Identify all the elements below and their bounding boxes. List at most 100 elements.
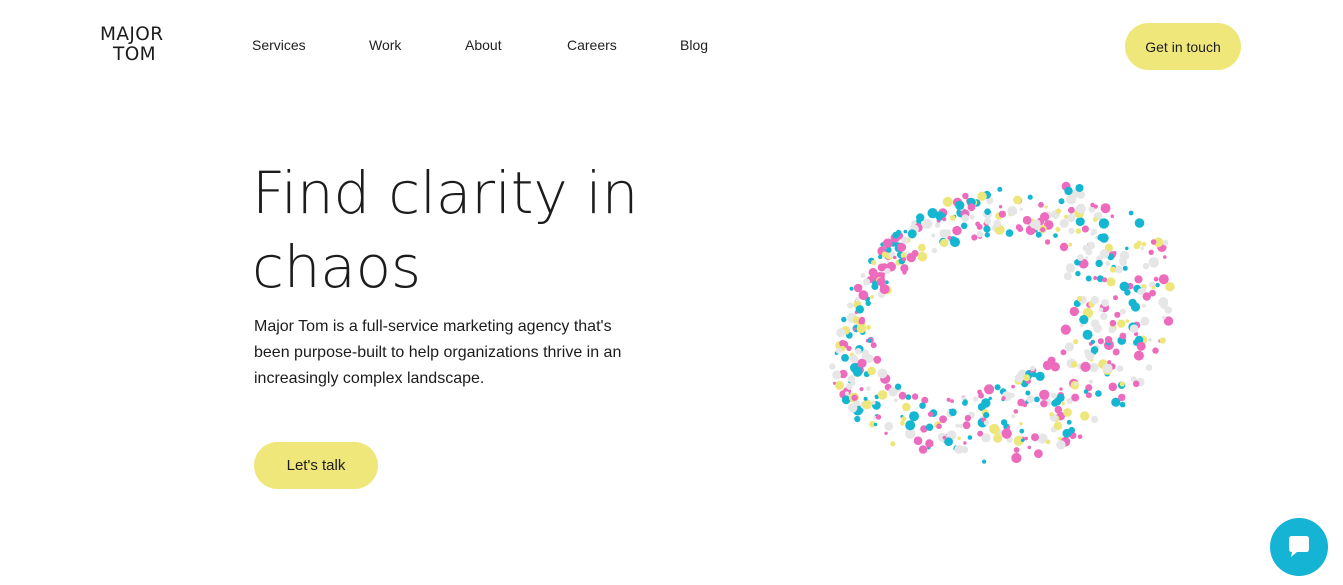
particle-dot bbox=[1056, 393, 1065, 402]
particle-dot bbox=[884, 421, 894, 431]
particle-dot bbox=[855, 296, 860, 302]
particle-dot bbox=[1151, 285, 1156, 290]
particle-dot bbox=[1026, 395, 1035, 403]
particle-dot bbox=[849, 286, 854, 291]
particle-dot bbox=[1158, 274, 1169, 285]
particle-dot bbox=[871, 400, 876, 405]
nav-item-about[interactable]: About bbox=[465, 37, 502, 53]
particle-dot bbox=[967, 435, 973, 440]
particle-dot bbox=[1019, 428, 1025, 434]
particle-dot bbox=[870, 295, 874, 299]
particle-dot bbox=[1000, 419, 1008, 426]
particle-dot bbox=[1132, 380, 1140, 388]
particle-dot bbox=[1068, 206, 1075, 214]
particle-dot bbox=[949, 214, 956, 221]
particle-dot bbox=[955, 200, 965, 210]
particle-dot bbox=[1020, 438, 1025, 443]
particle-dot bbox=[1027, 194, 1033, 200]
particle-dot bbox=[1023, 374, 1030, 382]
particle-dot bbox=[1074, 382, 1078, 386]
nav-item-blog[interactable]: Blog bbox=[680, 37, 708, 53]
particle-dot bbox=[1099, 233, 1109, 243]
particle-dot bbox=[1040, 212, 1050, 222]
particle-dot bbox=[836, 328, 846, 338]
particle-dot bbox=[832, 370, 842, 380]
particle-dot bbox=[1125, 246, 1129, 251]
particle-dot bbox=[1119, 381, 1125, 387]
particle-dot bbox=[862, 399, 872, 410]
particle-dot bbox=[918, 445, 928, 454]
particle-dot bbox=[835, 380, 845, 390]
particle-dot bbox=[1056, 440, 1066, 450]
particle-dot bbox=[1076, 296, 1083, 302]
particle-dot bbox=[841, 316, 847, 323]
particle-dot bbox=[909, 411, 919, 422]
particle-dot bbox=[1110, 266, 1117, 273]
particle-dot bbox=[925, 439, 934, 448]
particle-dot bbox=[1134, 275, 1143, 284]
particle-dot bbox=[875, 414, 882, 420]
particle-dot bbox=[1088, 379, 1093, 384]
particle-dot bbox=[853, 283, 863, 293]
particle-dot bbox=[1040, 227, 1046, 233]
particle-dot bbox=[1097, 338, 1104, 345]
particle-dot bbox=[967, 203, 976, 212]
hero-title: Find clarity in chaos bbox=[252, 156, 692, 304]
particle-dot bbox=[1022, 215, 1032, 225]
particle-dot bbox=[1098, 307, 1104, 312]
particle-dot bbox=[877, 368, 888, 379]
nav-item-careers[interactable]: Careers bbox=[567, 37, 617, 53]
particle-dot bbox=[963, 399, 968, 405]
particle-dot bbox=[942, 217, 947, 222]
particle-dot bbox=[877, 390, 888, 400]
chat-button[interactable] bbox=[1270, 518, 1328, 576]
particle-dot bbox=[969, 214, 975, 220]
particle-dot bbox=[1119, 401, 1126, 408]
particle-dot bbox=[1069, 306, 1079, 317]
particle-dot bbox=[977, 191, 987, 201]
particle-dot bbox=[1075, 184, 1084, 192]
particle-dot bbox=[878, 254, 883, 260]
particle-dot bbox=[858, 318, 865, 325]
particle-dot bbox=[954, 444, 964, 454]
particle-dot bbox=[957, 436, 961, 441]
particle-dot bbox=[1093, 324, 1102, 333]
particle-dot bbox=[1133, 242, 1141, 250]
particle-dot bbox=[988, 396, 992, 401]
particle-dot bbox=[1113, 295, 1118, 301]
particle-dot bbox=[918, 243, 926, 252]
particle-dot bbox=[1031, 433, 1039, 442]
particle-dot bbox=[855, 305, 864, 314]
particle-dot bbox=[873, 422, 878, 427]
particle-dot bbox=[854, 400, 860, 407]
particle-dot bbox=[1130, 302, 1141, 312]
particle-dot bbox=[1164, 306, 1173, 314]
lets-talk-button[interactable]: Let's talk bbox=[254, 442, 378, 489]
particle-dot bbox=[865, 300, 871, 306]
particle-dot bbox=[1071, 361, 1078, 368]
particle-dot bbox=[1163, 255, 1167, 259]
particle-dot bbox=[1054, 405, 1063, 414]
particle-dot bbox=[981, 433, 991, 443]
particle-dot bbox=[976, 223, 983, 230]
nav-item-services[interactable]: Services bbox=[252, 37, 306, 53]
logo[interactable]: MAJOR TOM bbox=[100, 25, 180, 67]
particle-dot bbox=[983, 412, 990, 419]
particle-dot bbox=[1079, 315, 1089, 325]
particle-dot bbox=[1112, 348, 1120, 356]
particle-dot bbox=[871, 283, 879, 290]
nav-item-work[interactable]: Work bbox=[369, 37, 401, 53]
particle-dot bbox=[881, 272, 885, 277]
particle-dot bbox=[1092, 217, 1098, 222]
particle-dot bbox=[867, 366, 876, 376]
particle-dot bbox=[1117, 319, 1126, 328]
particle-dot bbox=[1075, 270, 1081, 277]
get-in-touch-button[interactable]: Get in touch bbox=[1125, 23, 1241, 70]
hero-title-line-2: chaos bbox=[252, 233, 421, 301]
particle-dot bbox=[936, 423, 942, 430]
particle-dot bbox=[984, 208, 991, 215]
particle-dot bbox=[1149, 289, 1156, 297]
particle-dot bbox=[997, 186, 1003, 192]
particle-dot bbox=[1064, 186, 1073, 196]
particle-dot bbox=[1053, 233, 1058, 238]
